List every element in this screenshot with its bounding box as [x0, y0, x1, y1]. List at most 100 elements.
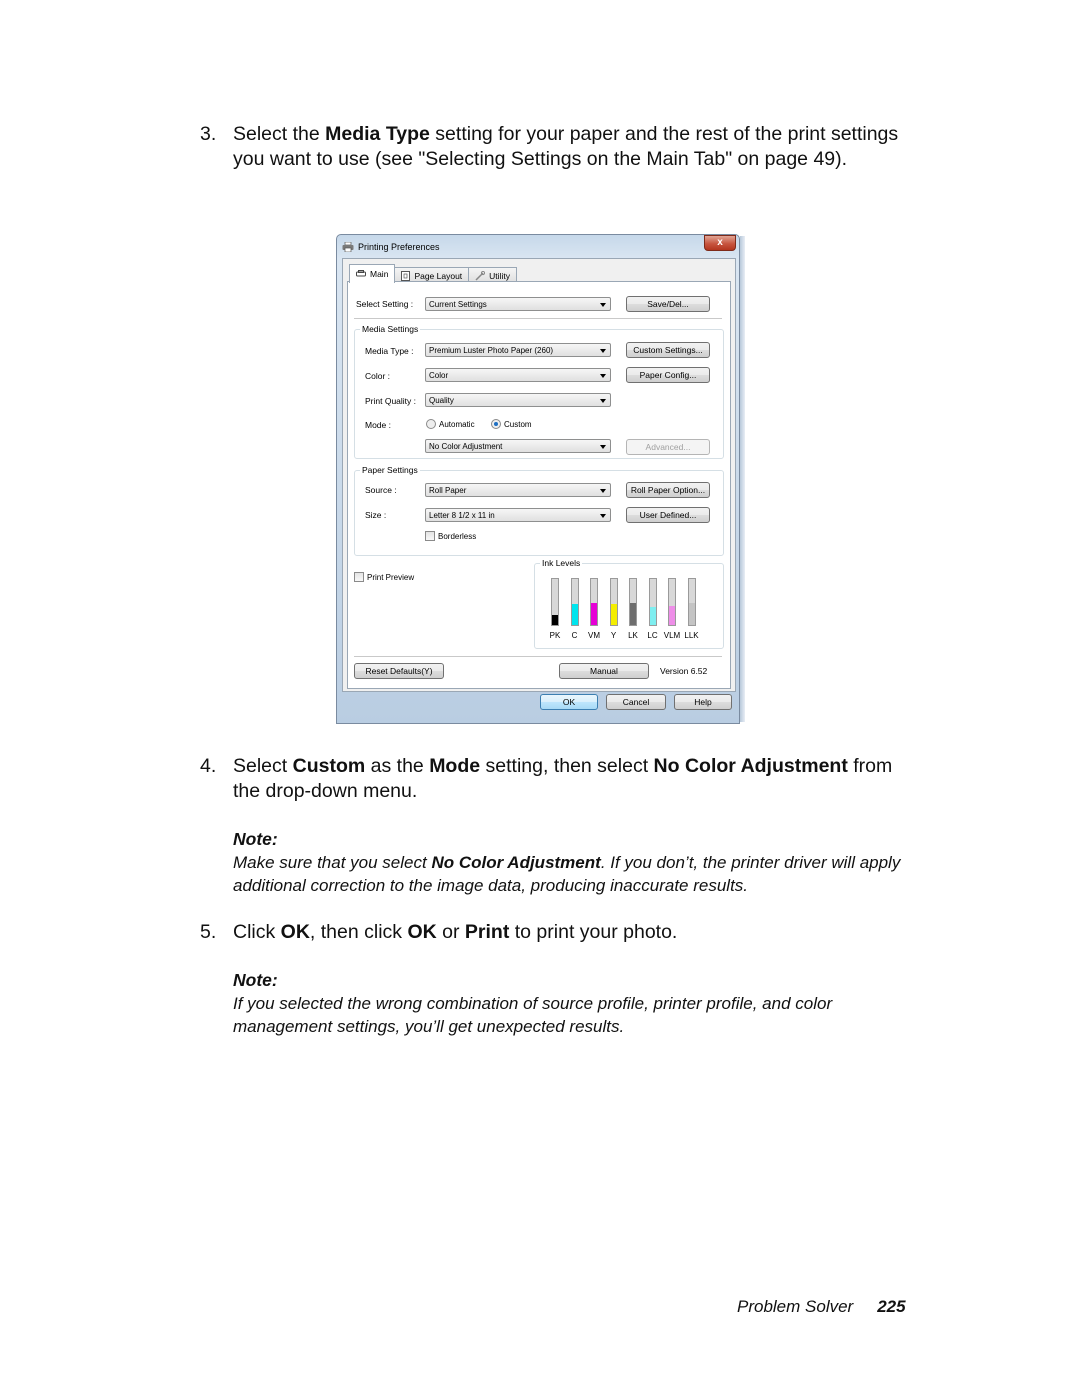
mode-custom-radio[interactable]: Custom [491, 419, 532, 429]
dropdown-value: Premium Luster Photo Paper (260) [429, 346, 554, 355]
ink-level-fill [669, 605, 675, 625]
close-button[interactable]: x [704, 235, 736, 251]
step-number: 5. [200, 921, 217, 943]
source-dropdown[interactable]: Roll Paper [425, 483, 611, 497]
text-run: setting, then select [480, 755, 654, 777]
note-text: If you selected the wrong combination of… [233, 992, 933, 1038]
user-defined-button[interactable]: User Defined... [626, 507, 710, 523]
dropdown-value: Current Settings [429, 300, 487, 309]
ink-level-fill [571, 604, 578, 625]
ok-button[interactable]: OK [540, 694, 598, 710]
ink-label: VM [588, 631, 600, 640]
size-label: Size : [365, 510, 387, 520]
background-window-edge [740, 236, 745, 722]
radio-label: Automatic [439, 419, 475, 429]
borderless-checkbox[interactable]: Borderless [425, 531, 476, 541]
select-setting-dropdown[interactable]: Current Settings [425, 297, 611, 311]
manual-button[interactable]: Manual [559, 663, 649, 679]
text-run: to print your photo. [509, 921, 678, 943]
radio-indicator [491, 419, 501, 429]
tab-label: Main [370, 269, 389, 279]
group-label: Ink Levels [540, 558, 583, 568]
size-dropdown[interactable]: Letter 8 1/2 x 11 in [425, 508, 611, 522]
bold-term: Media Type [325, 123, 430, 145]
ink-levels-group: Ink Levels PK C VM Y LK LC VLM LLK [534, 558, 724, 649]
bold-term: OK [280, 921, 310, 943]
mode-label: Mode : [365, 420, 391, 430]
print-preview-checkbox[interactable]: Print Preview [354, 572, 414, 582]
media-type-dropdown[interactable]: Premium Luster Photo Paper (260) [425, 343, 611, 357]
roll-paper-option-button[interactable]: Roll Paper Option... [626, 482, 710, 498]
color-dropdown[interactable]: Color [425, 368, 611, 382]
title-bar: Printing Preferences [342, 238, 440, 256]
checkbox-label: Borderless [438, 531, 477, 541]
step-number: 4. [200, 755, 217, 777]
custom-settings-button[interactable]: Custom Settings... [626, 342, 710, 358]
radio-indicator [426, 419, 436, 429]
ink-level-fill [688, 602, 695, 625]
media-type-label: Media Type : [365, 346, 414, 356]
cancel-button[interactable]: Cancel [606, 694, 666, 710]
radio-label: Custom [504, 419, 532, 429]
section-name: Problem Solver [737, 1297, 854, 1316]
reset-defaults-button[interactable]: Reset Defaults(Y) [354, 663, 444, 679]
print-quality-label: Print Quality : [365, 396, 417, 406]
page-layout-icon [401, 270, 411, 281]
step-5: 5. Click OK, then click OK or Print to p… [200, 920, 920, 945]
bold-term: OK [407, 921, 437, 943]
mode-automatic-radio[interactable]: Automatic [426, 419, 475, 429]
dropdown-value: Roll Paper [429, 486, 467, 495]
tab-label: Utility [489, 270, 510, 281]
bold-term: Custom [292, 755, 366, 777]
group-label: Media Settings [360, 324, 421, 334]
printer-icon [342, 242, 354, 252]
note-title: Note: [233, 829, 278, 849]
ink-bar-lk [629, 578, 637, 626]
chevron-down-icon [600, 399, 606, 403]
printing-preferences-dialog: Printing Preferences x Main Page Layout … [336, 234, 745, 724]
ink-bar-pk [551, 578, 559, 626]
ink-label: VLM [663, 631, 681, 640]
note-1: Note: Make sure that you select No Color… [233, 828, 933, 897]
save-del-button[interactable]: Save/Del... [626, 296, 710, 312]
chevron-down-icon [600, 514, 606, 518]
color-adjustment-dropdown[interactable]: No Color Adjustment [425, 439, 611, 453]
printer-icon [356, 270, 366, 277]
step-4: 4. Select Custom as the Mode setting, th… [200, 754, 920, 804]
divider [354, 656, 722, 657]
ink-bar-c [570, 578, 579, 626]
dropdown-value: Color [429, 371, 449, 380]
step-text: Click OK, then click OK or Print to prin… [233, 920, 920, 945]
print-quality-dropdown[interactable]: Quality [425, 393, 611, 407]
select-setting-label: Select Setting : [356, 299, 414, 309]
checkbox-label: Print Preview [367, 572, 415, 582]
main-tab-panel: Select Setting : Current Settings Save/D… [347, 281, 731, 689]
bold-term: Print [464, 921, 510, 943]
text-run: or [436, 921, 465, 943]
divider [354, 318, 722, 319]
bold-term: No Color Adjustment [653, 755, 848, 777]
tab-main[interactable]: Main [349, 264, 396, 283]
source-label: Source : [365, 485, 397, 495]
ink-label: LC [647, 631, 658, 640]
chevron-down-icon [600, 349, 606, 353]
ink-label: LK [628, 631, 638, 640]
text-run: Make sure that you select [233, 853, 432, 872]
note-title: Note: [233, 970, 278, 990]
close-icon: x [717, 237, 723, 248]
ink-bar-vm [590, 578, 598, 626]
chevron-down-icon [600, 445, 606, 449]
checkbox-box [425, 531, 435, 541]
wrench-icon [475, 270, 486, 281]
paper-config-button[interactable]: Paper Config... [626, 367, 710, 383]
help-button[interactable]: Help [674, 694, 732, 710]
page-number: 225 [877, 1297, 906, 1316]
ink-bar-vlm [668, 578, 676, 626]
ink-label: Y [610, 631, 617, 640]
bold-term: Mode [429, 755, 481, 777]
text-run: Click [233, 921, 281, 943]
ink-label: PK [549, 631, 561, 640]
ink-bar-lc [648, 578, 657, 626]
advanced-button[interactable]: Advanced... [626, 439, 710, 455]
ink-label: C [571, 631, 578, 640]
